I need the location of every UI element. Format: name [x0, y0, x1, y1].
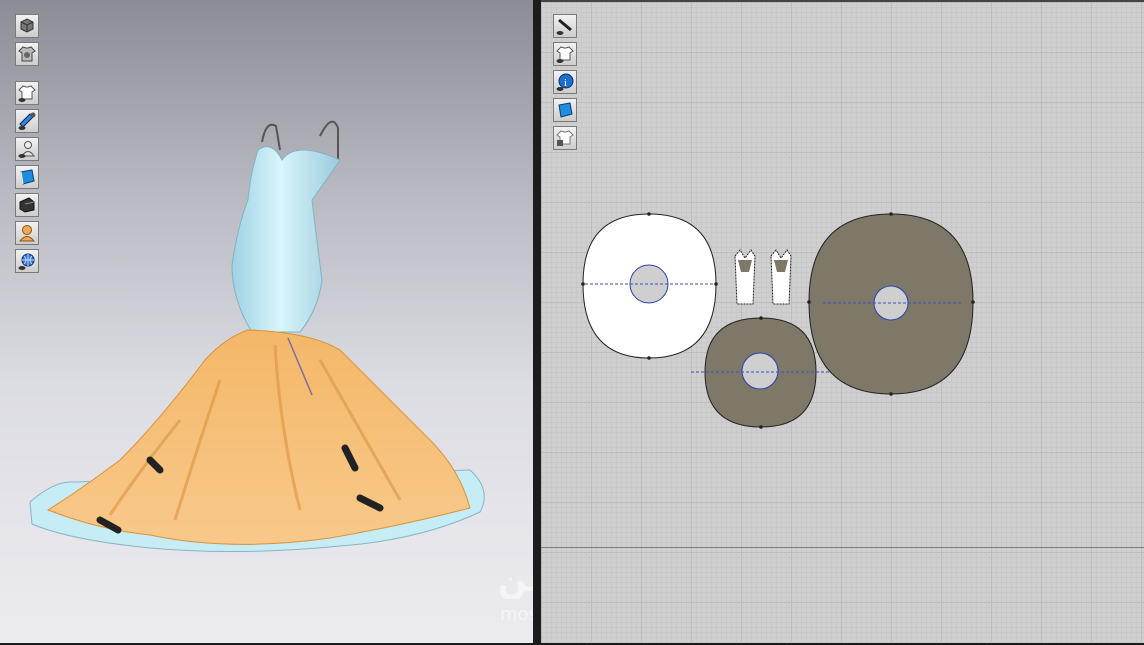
- pattern-large-ring[interactable]: [807, 212, 975, 396]
- 3d-window[interactable]: مُتقن mos: [0, 0, 588, 643]
- 2d-window[interactable]: i: [541, 0, 1144, 643]
- pattern-bodice-back[interactable]: [770, 249, 792, 305]
- pattern-front-ring[interactable]: [581, 212, 718, 360]
- baseline-divider: [541, 547, 1144, 548]
- strap-left: [261, 123, 281, 151]
- pattern-lower-ring[interactable]: [691, 316, 831, 429]
- pattern-canvas[interactable]: [541, 2, 1144, 645]
- window-splitter[interactable]: [533, 0, 541, 643]
- pattern-bodice-front[interactable]: [734, 249, 756, 305]
- 3d-dress-model[interactable]: [0, 0, 533, 643]
- bodice: [231, 146, 341, 333]
